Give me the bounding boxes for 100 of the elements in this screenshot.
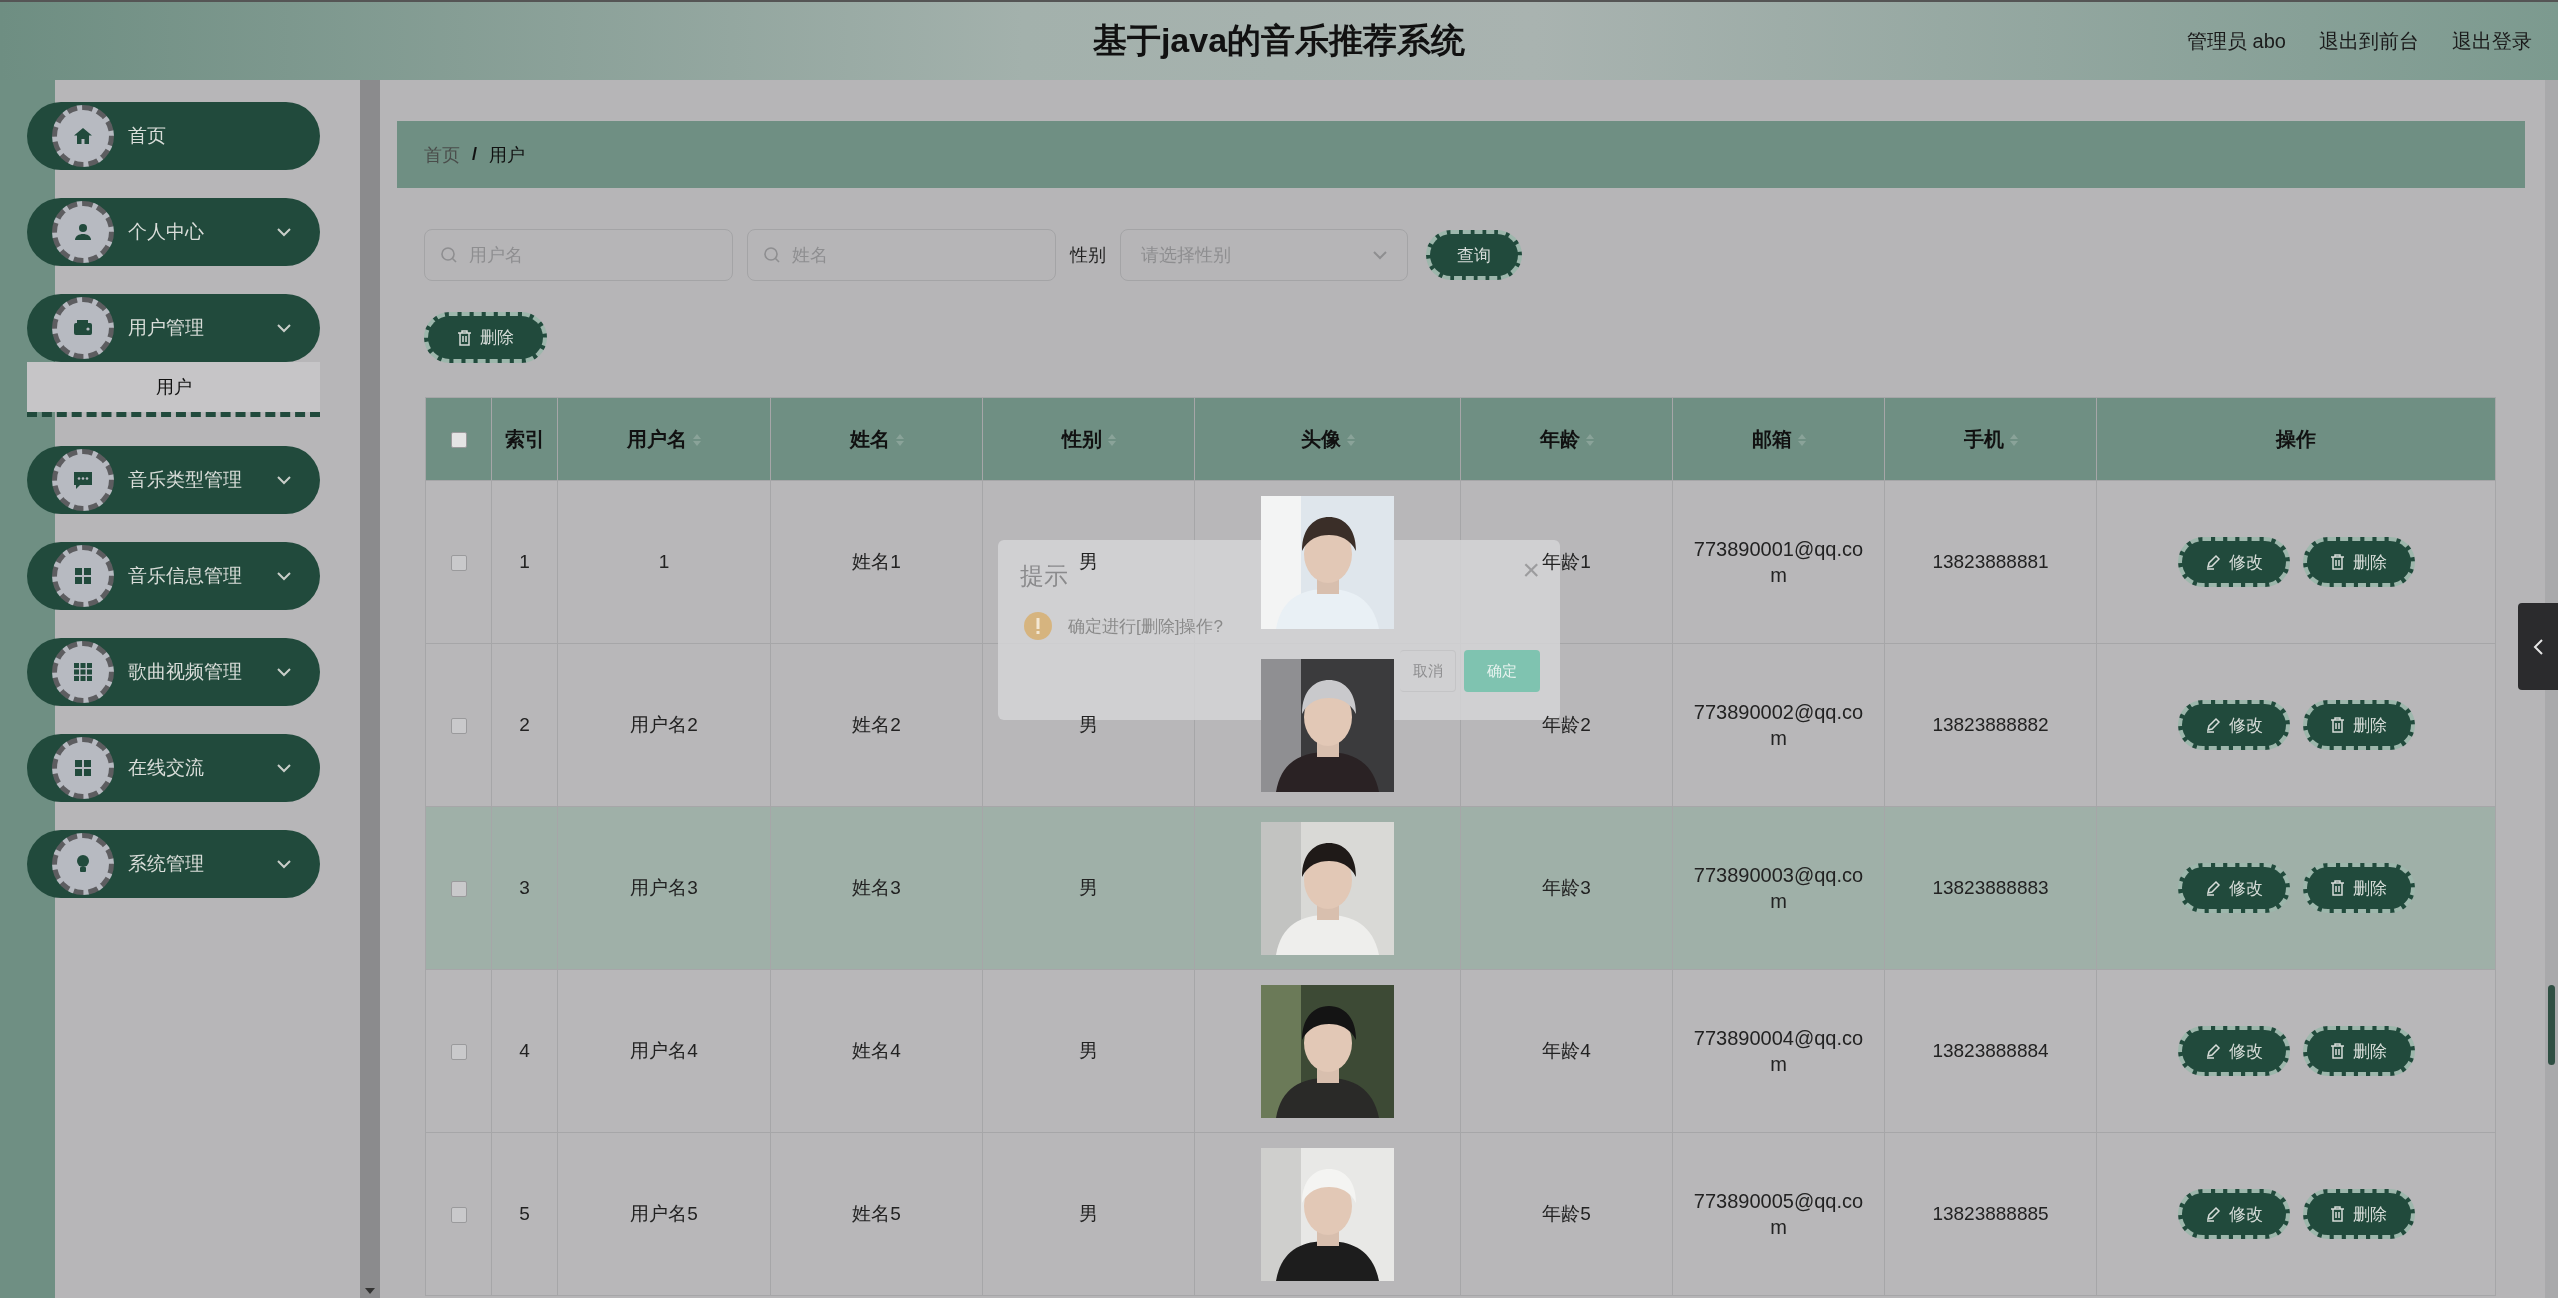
table-row[interactable]: 3 用户名3 姓名3 男 年龄3 773890003@qq.com 13823888883 修改 删除: [425, 806, 2496, 970]
checkbox[interactable]: [450, 555, 467, 571]
trash-icon: [2330, 1043, 2345, 1059]
edit-button[interactable]: 修改: [2177, 1189, 2290, 1239]
trash-icon: [2330, 1206, 2345, 1222]
chevron-down-icon: [276, 227, 292, 237]
pencil-icon: [2204, 1043, 2221, 1059]
menu-item[interactable]: 个人中心: [27, 198, 320, 266]
table-cell: 2: [519, 714, 530, 735]
table-cell: 男: [1079, 1040, 1098, 1061]
side-tab-button[interactable]: [2518, 603, 2558, 690]
edit-button[interactable]: 修改: [2177, 1026, 2290, 1076]
delete-button[interactable]: 删除: [2302, 1189, 2415, 1239]
column-header: 操作: [2276, 427, 2316, 450]
delete-button[interactable]: 删除: [424, 312, 547, 363]
table-cell: 用户名4: [630, 1040, 698, 1061]
chevron-down-icon: [1372, 250, 1388, 260]
table-cell-text: 773890001@qq.com: [1692, 537, 1865, 588]
table-cell: 用户名3: [630, 877, 698, 898]
query-button[interactable]: 查询: [1426, 230, 1522, 280]
chevron-down-icon: [276, 667, 292, 677]
table-cell: 13823888883: [1932, 877, 2049, 898]
sort-icon[interactable]: [1585, 434, 1594, 447]
search-icon: [763, 246, 781, 264]
menu-item[interactable]: 用户管理: [27, 294, 320, 362]
table-cell: 年龄2: [1542, 714, 1591, 735]
delete-button[interactable]: 删除: [2302, 1026, 2415, 1076]
table-cell: 男: [1079, 551, 1098, 572]
checkbox[interactable]: [450, 1207, 467, 1223]
delete-button[interactable]: 删除: [2302, 700, 2415, 750]
table-cell: 男: [1079, 877, 1098, 898]
table-row[interactable]: 4 用户名4 姓名4 男 年龄4 773890004@qq.com 13823888884 修改 删除: [425, 969, 2496, 1133]
chevron-left-icon: [2532, 637, 2544, 656]
breadcrumb-separator: /: [472, 144, 477, 165]
header-link[interactable]: 退出登录: [2452, 27, 2532, 55]
checkbox[interactable]: [450, 432, 467, 449]
menu-item[interactable]: 系统管理: [27, 830, 320, 898]
table-cell: 3: [519, 877, 530, 898]
menu-item[interactable]: 音乐信息管理: [27, 542, 320, 610]
sort-icon[interactable]: [1107, 434, 1116, 447]
dialog-title: 提示: [1020, 561, 1068, 591]
edit-button[interactable]: 修改: [2177, 863, 2290, 913]
menu-item[interactable]: 首页: [27, 102, 320, 170]
breadcrumb-current: 用户: [489, 143, 525, 167]
menu-item[interactable]: 在线交流: [27, 734, 320, 802]
table-cell: 姓名4: [852, 1040, 901, 1061]
menu-item[interactable]: 歌曲视频管理: [27, 638, 320, 706]
submenu-item[interactable]: 用户: [27, 362, 320, 412]
dialog-message: 确定进行[删除]操作?: [1068, 615, 1223, 638]
caret-down-icon[interactable]: [365, 1288, 375, 1294]
delete-button[interactable]: 删除: [2302, 863, 2415, 913]
table-cell: 5: [519, 1203, 530, 1224]
table-row[interactable]: 5 用户名5 姓名5 男 年龄5 773890005@qq.com 13823888885 修改 删除: [425, 1132, 2496, 1296]
checkbox[interactable]: [450, 1044, 467, 1060]
table-cell: 4: [519, 1040, 530, 1061]
table-cell-text: 773890003@qq.com: [1692, 863, 1865, 914]
table-cell: 年龄3: [1542, 877, 1591, 898]
pencil-icon: [2204, 717, 2221, 733]
table-cell: 用户名5: [630, 1203, 698, 1224]
table-cell: 姓名3: [852, 877, 901, 898]
table-cell: 男: [1079, 1203, 1098, 1224]
chevron-down-icon: [276, 323, 292, 333]
sort-icon[interactable]: [693, 434, 701, 447]
scrollbar[interactable]: [360, 80, 380, 1298]
table-cell: 姓名1: [852, 551, 901, 572]
scrollbar[interactable]: [2545, 80, 2558, 1298]
sort-icon[interactable]: [1797, 434, 1806, 447]
sort-icon[interactable]: [895, 434, 904, 447]
table-cell: 年龄5: [1542, 1203, 1591, 1224]
edit-button[interactable]: 修改: [2177, 700, 2290, 750]
warning-icon: [1024, 612, 1052, 640]
table-cell: 1: [658, 551, 670, 572]
table-cell: 年龄4: [1542, 1040, 1591, 1061]
checkbox[interactable]: [450, 881, 467, 897]
scrollbar-thumb[interactable]: [2548, 985, 2555, 1065]
table-cell-text: 773890005@qq.com: [1692, 1189, 1865, 1240]
field-label: 性别: [1070, 244, 1106, 267]
checkbox[interactable]: [450, 718, 467, 734]
column-header: 年龄: [1539, 427, 1580, 450]
trash-icon: [2330, 880, 2345, 896]
table-cell: 年龄1: [1542, 551, 1591, 572]
pencil-icon: [2204, 554, 2221, 570]
edit-button[interactable]: 修改: [2177, 537, 2290, 587]
menu-item[interactable]: 音乐类型管理: [27, 446, 320, 514]
sort-icon[interactable]: [2009, 434, 2018, 447]
delete-button[interactable]: 删除: [2302, 537, 2415, 587]
column-header: 手机: [1963, 427, 2004, 450]
sort-icon[interactable]: [1346, 434, 1355, 447]
trash-icon: [2330, 717, 2345, 733]
pencil-icon: [2204, 880, 2221, 896]
chevron-down-icon: [276, 859, 292, 869]
table-cell: 13823888882: [1932, 714, 2049, 735]
chevron-down-icon: [276, 475, 292, 485]
table-cell: 13823888885: [1932, 1203, 2049, 1224]
header-link[interactable]: 退出到前台: [2319, 27, 2419, 55]
table-cell: 姓名5: [852, 1203, 901, 1224]
header-link[interactable]: 管理员 abo: [2187, 27, 2286, 55]
table-cell: 男: [1079, 714, 1098, 735]
table-cell: 用户名2: [630, 714, 698, 735]
table-cell: 1: [519, 551, 530, 572]
